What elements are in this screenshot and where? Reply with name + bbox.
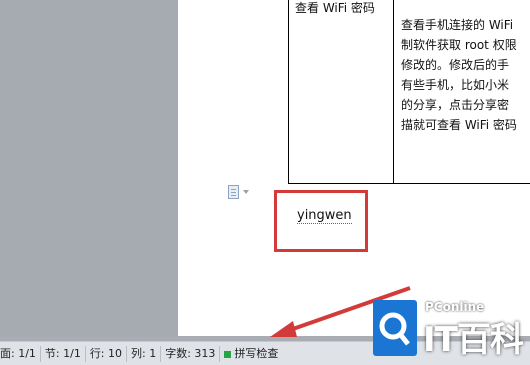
table-cell-line: 制软件获取 root 权限: [401, 38, 517, 52]
table-column-divider: [393, 0, 394, 183]
table-cell-right[interactable]: 查看手机连接的 WiFi 制软件获取 root 权限 修改的。修改后的手 有些手…: [401, 15, 530, 135]
logo-mark-icon: [373, 300, 417, 356]
status-word-count[interactable]: 字数: 313: [161, 346, 221, 362]
table-cell-line: 描就可查看 WiFi 密码: [401, 118, 517, 132]
highlighted-word[interactable]: yingwen: [297, 208, 352, 224]
page-gutter: [0, 0, 178, 336]
spell-check-button[interactable]: 拼写检查: [220, 346, 282, 362]
table-cell-line: 修改的。修改后的手: [401, 58, 510, 72]
paste-options-icon[interactable]: [228, 185, 239, 199]
status-section[interactable]: 节: 1/1: [41, 346, 86, 362]
status-page[interactable]: 面: 1/1: [0, 346, 41, 362]
pconline-logo: PConline IT百科: [365, 298, 525, 360]
status-line[interactable]: 行: 10: [86, 346, 128, 362]
status-column[interactable]: 列: 1: [127, 346, 162, 362]
annotation-highlight-box: yingwen: [274, 190, 368, 252]
table-cell-line: 有些手机，比如小米: [401, 78, 510, 92]
chevron-down-icon[interactable]: [243, 190, 249, 194]
document-page[interactable]: 查看 WiFi 密码 查看手机连接的 WiFi 制软件获取 root 权限 修改…: [178, 0, 530, 336]
table-cell-left[interactable]: 查看 WiFi 密码: [295, 0, 375, 16]
logo-brand-main: IT百科: [423, 320, 524, 360]
table-cell-line: 的分享，点击分享密: [401, 98, 510, 112]
spell-check-label: 拼写检查: [234, 347, 279, 360]
table-cell-line: 查看手机连接的 WiFi: [401, 18, 514, 32]
document-table[interactable]: 查看 WiFi 密码 查看手机连接的 WiFi 制软件获取 root 权限 修改…: [288, 0, 530, 184]
spell-check-icon: [224, 350, 232, 358]
